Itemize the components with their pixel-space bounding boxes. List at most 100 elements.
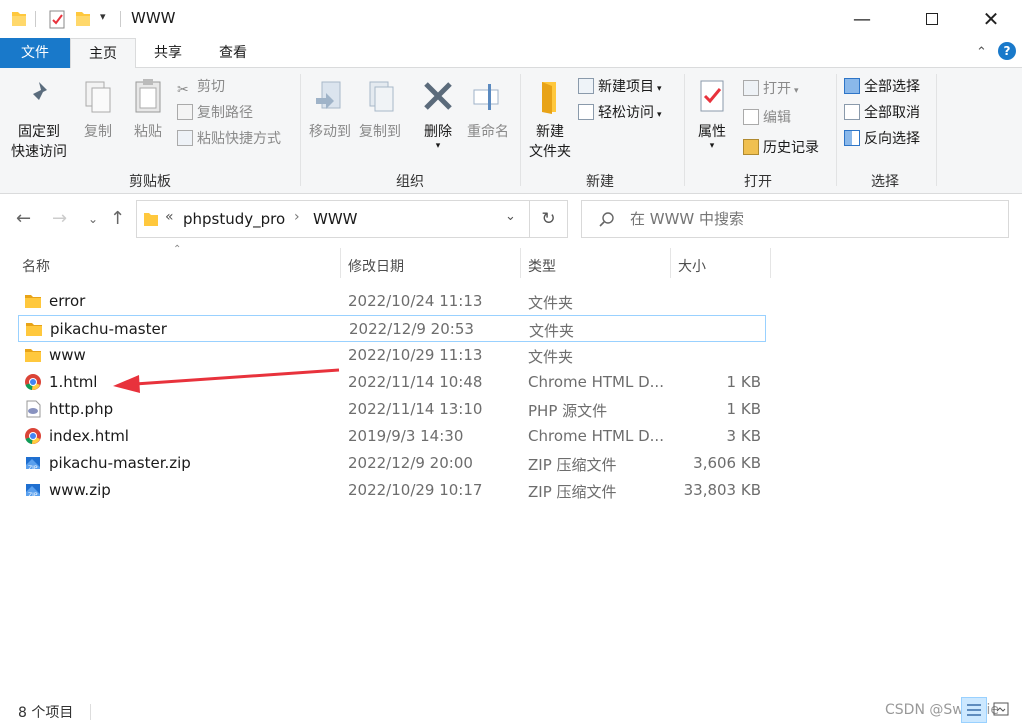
chevron-down-icon: ▾: [657, 84, 662, 94]
up-button[interactable]: ↑: [110, 208, 125, 229]
search-input[interactable]: [630, 208, 990, 230]
folder-icon: [144, 213, 158, 226]
file-size: 33,803 KB: [683, 481, 761, 499]
file-row[interactable]: ZIP www.zip 2022/10/29 10:17 ZIP 压缩文件 33,803…: [18, 477, 766, 504]
folder-icon[interactable]: [10, 8, 28, 30]
chevron-down-icon: ▾: [657, 110, 662, 120]
rename-icon: [473, 84, 499, 110]
file-row[interactable]: http.php 2022/11/14 13:10 PHP 源文件 1 KB: [18, 396, 766, 423]
file-size: 3 KB: [726, 427, 761, 445]
folder-icon: [25, 295, 41, 308]
window-title: WWW: [131, 9, 176, 27]
file-size: 1 KB: [726, 400, 761, 418]
file-row[interactable]: ZIP pikachu-master.zip 2022/12/9 20:00 ZIP …: [18, 450, 766, 477]
copy-path-button[interactable]: 复制路径: [177, 102, 253, 124]
search-box[interactable]: [581, 200, 1009, 238]
delete-button[interactable]: 删除 ▾: [418, 78, 458, 151]
new-folder-icon[interactable]: [74, 8, 92, 30]
tab-file[interactable]: 文件: [0, 38, 70, 68]
svg-text:ZIP: ZIP: [28, 492, 38, 499]
ribbon-home: 固定到 快速访问 复制 粘贴 ✂ 剪切 复制路径 粘贴快捷方式 剪贴板 移动到 复…: [0, 68, 1022, 194]
paste-button[interactable]: 粘贴: [128, 76, 168, 142]
easy-access-button[interactable]: 轻松访问 ▾: [578, 102, 662, 124]
forward-button[interactable]: →: [52, 208, 67, 229]
tab-share[interactable]: 共享: [140, 38, 196, 68]
invert-selection-icon: [844, 130, 860, 146]
breadcrumb-overflow[interactable]: «: [165, 209, 174, 225]
group-label-new: 新建: [586, 174, 614, 190]
select-none-button[interactable]: 全部取消: [844, 102, 920, 124]
large-icons-view-button[interactable]: [989, 697, 1015, 723]
maximize-button[interactable]: [909, 0, 955, 38]
address-bar[interactable]: « phpstudy_pro › WWW ⌄: [136, 200, 530, 238]
breadcrumb-item[interactable]: phpstudy_pro: [183, 210, 285, 228]
select-all-icon: [844, 78, 860, 94]
properties-icon: [700, 80, 724, 112]
title-bar: ▾ WWW — ✕: [0, 0, 1022, 38]
paste-shortcut-icon: [177, 130, 193, 146]
file-row[interactable]: index.html 2019/9/3 14:30 Chrome HTML D...…: [18, 423, 766, 450]
properties-button[interactable]: 属性 ▾: [692, 78, 732, 151]
history-button[interactable]: 历史记录: [743, 137, 819, 159]
close-button[interactable]: ✕: [968, 0, 1014, 38]
chevron-down-icon: ▾: [794, 86, 799, 96]
tab-home[interactable]: 主页: [70, 38, 136, 69]
file-name: 1.html: [49, 373, 98, 391]
new-folder-button[interactable]: 新建 文件夹: [526, 78, 574, 162]
file-row[interactable]: error 2022/10/24 11:13 文件夹: [18, 288, 766, 315]
rename-button[interactable]: 重命名: [464, 78, 512, 142]
file-type: ZIP 压缩文件: [528, 456, 617, 474]
copy-path-icon: [177, 104, 193, 120]
column-divider[interactable]: [340, 248, 341, 278]
properties-icon[interactable]: [48, 8, 66, 30]
copy-to-button[interactable]: 复制到: [356, 78, 404, 142]
column-header-type[interactable]: 类型: [528, 256, 556, 276]
recent-locations-chevron-icon[interactable]: ⌄: [88, 212, 98, 226]
paste-shortcut-button[interactable]: 粘贴快捷方式: [177, 128, 281, 150]
new-folder-icon: [542, 82, 556, 114]
address-dropdown-chevron-icon[interactable]: ⌄: [505, 209, 516, 224]
file-date: 2022/10/24 11:13: [348, 292, 483, 310]
file-type: 文件夹: [528, 348, 574, 366]
file-date: 2019/9/3 14:30: [348, 427, 464, 445]
open-button[interactable]: 打开 ▾: [743, 78, 799, 100]
move-to-button[interactable]: 移动到: [306, 78, 354, 142]
paste-icon: [135, 79, 161, 113]
divider: [35, 11, 36, 27]
select-all-button[interactable]: 全部选择: [844, 76, 920, 98]
divider: [120, 11, 121, 27]
file-name: www.zip: [49, 481, 111, 499]
scissors-icon: ✂: [177, 82, 189, 98]
file-date: 2022/11/14 13:10: [348, 400, 483, 418]
folder-icon: [25, 349, 41, 362]
column-divider[interactable]: [670, 248, 671, 278]
file-row[interactable]: pikachu-master 2022/12/9 20:53 文件夹: [18, 315, 766, 342]
tab-view[interactable]: 查看: [205, 38, 261, 68]
copy-button[interactable]: 复制: [78, 78, 118, 142]
cut-button[interactable]: ✂ 剪切: [177, 76, 225, 98]
column-divider[interactable]: [520, 248, 521, 278]
minimize-button[interactable]: —: [839, 0, 885, 38]
column-header-size[interactable]: 大小: [678, 256, 706, 276]
group-separator: [520, 74, 521, 186]
group-label-open: 打开: [744, 174, 772, 190]
chrome-icon: [25, 374, 41, 391]
column-header-date[interactable]: 修改日期: [348, 256, 404, 276]
breadcrumb-item[interactable]: WWW: [313, 210, 358, 228]
pin-quick-access-button[interactable]: 固定到 快速访问: [8, 78, 70, 162]
file-name: www: [49, 346, 86, 364]
refresh-button[interactable]: ↻: [530, 200, 568, 238]
details-view-button[interactable]: [961, 697, 987, 723]
invert-selection-button[interactable]: 反向选择: [844, 128, 920, 150]
file-type: Chrome HTML D...: [528, 427, 664, 445]
new-item-button[interactable]: 新建项目 ▾: [578, 76, 662, 98]
collapse-ribbon-icon[interactable]: ⌃: [976, 45, 987, 60]
edit-button[interactable]: 编辑: [743, 107, 791, 129]
chevron-down-icon: ▾: [435, 141, 441, 151]
column-header-name[interactable]: 名称: [22, 256, 50, 276]
status-item-count: 8 个项目: [18, 705, 74, 721]
back-button[interactable]: ←: [16, 208, 31, 229]
customize-toolbar-icon[interactable]: ▾: [100, 10, 106, 23]
help-icon[interactable]: ?: [998, 42, 1016, 60]
column-divider[interactable]: [770, 248, 771, 278]
